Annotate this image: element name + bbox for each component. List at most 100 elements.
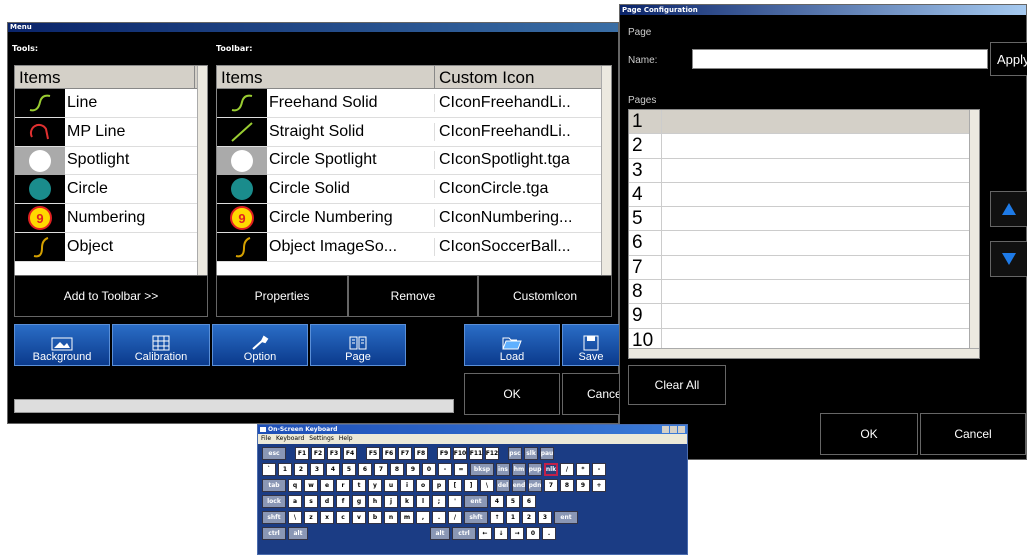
move-down-button[interactable] — [990, 241, 1027, 277]
key[interactable]: ent — [464, 495, 488, 508]
key[interactable]: b — [368, 511, 382, 524]
key[interactable]: \ — [288, 511, 302, 524]
pages-hscroll[interactable] — [629, 348, 979, 358]
page-row[interactable]: 8 — [629, 280, 979, 305]
page-row[interactable]: 4 — [629, 182, 979, 208]
page-row[interactable]: 7 — [629, 255, 979, 281]
key[interactable]: = — [454, 463, 468, 476]
key[interactable]: 5 — [506, 495, 520, 508]
key[interactable]: v — [352, 511, 366, 524]
key[interactable]: F9 — [437, 447, 451, 460]
key[interactable]: * — [576, 463, 590, 476]
key[interactable]: ins — [496, 463, 510, 476]
key[interactable]: tab — [262, 479, 286, 492]
custom-icon-button[interactable]: CustomIcon — [478, 275, 612, 317]
load-button[interactable]: Load — [464, 324, 560, 366]
key[interactable]: 3 — [538, 511, 552, 524]
key[interactable]: hm — [512, 463, 526, 476]
add-to-toolbar-button[interactable]: Add to Toolbar >> — [14, 275, 208, 317]
page-button[interactable]: Page — [310, 324, 406, 366]
minimize-icon[interactable] — [662, 426, 669, 433]
key[interactable]: u — [384, 479, 398, 492]
key[interactable]: m — [400, 511, 414, 524]
key[interactable]: ] — [464, 479, 478, 492]
key[interactable]: . — [432, 511, 446, 524]
key[interactable]: F8 — [414, 447, 428, 460]
key[interactable]: F10 — [453, 447, 467, 460]
key[interactable]: h — [368, 495, 382, 508]
key[interactable]: n — [384, 511, 398, 524]
toolbar-items-header[interactable]: Items — [217, 66, 435, 88]
key[interactable]: ↑ — [490, 511, 504, 524]
clear-all-button[interactable]: Clear All — [628, 365, 726, 405]
key[interactable]: r — [336, 479, 350, 492]
key[interactable]: 5 — [342, 463, 356, 476]
toolbar-row[interactable]: Object ImageSo... CIconSoccerBall... — [217, 232, 611, 262]
key[interactable]: 2 — [522, 511, 536, 524]
menu-help[interactable]: Help — [339, 434, 353, 444]
maximize-icon[interactable] — [670, 426, 677, 433]
key[interactable]: d — [320, 495, 334, 508]
key[interactable]: bksp — [470, 463, 494, 476]
key[interactable]: F1 — [295, 447, 309, 460]
option-button[interactable]: Option — [212, 324, 308, 366]
menu-cancel-button[interactable]: Cancel — [562, 373, 624, 415]
tools-row[interactable]: Object — [15, 232, 207, 262]
key[interactable]: [ — [448, 479, 462, 492]
tools-row[interactable]: MP Line — [15, 117, 207, 147]
pages-vscroll[interactable] — [969, 110, 979, 348]
key[interactable]: shft — [464, 511, 488, 524]
page-row[interactable]: 3 — [629, 158, 979, 183]
key[interactable]: → — [510, 527, 524, 540]
key[interactable]: alt — [288, 527, 308, 540]
menu-ok-button[interactable]: OK — [464, 373, 560, 415]
remove-button[interactable]: Remove — [348, 275, 478, 317]
key[interactable]: ' — [448, 495, 462, 508]
key[interactable]: z — [304, 511, 318, 524]
key[interactable]: 0 — [422, 463, 436, 476]
toolbar-row[interactable]: Straight Solid CIconFreehandLi.. — [217, 117, 611, 147]
toolbar-row[interactable]: Circle Solid CIconCircle.tga — [217, 175, 611, 205]
tools-row[interactable]: Spotlight — [15, 146, 207, 176]
key[interactable]: 9 — [406, 463, 420, 476]
key[interactable]: q — [288, 479, 302, 492]
key[interactable]: / — [448, 511, 462, 524]
menu-settings[interactable]: Settings — [309, 434, 334, 444]
key[interactable]: a — [288, 495, 302, 508]
key[interactable]: F4 — [343, 447, 357, 460]
key[interactable]: y — [368, 479, 382, 492]
move-up-button[interactable] — [990, 191, 1027, 227]
background-button[interactable]: Background — [14, 324, 110, 366]
key[interactable]: F5 — [366, 447, 380, 460]
key[interactable]: ` — [262, 463, 276, 476]
key[interactable]: t — [352, 479, 366, 492]
key[interactable]: 8 — [390, 463, 404, 476]
key[interactable]: j — [384, 495, 398, 508]
key[interactable]: pau — [540, 447, 554, 460]
page-row[interactable]: 6 — [629, 231, 979, 256]
key[interactable]: c — [336, 511, 350, 524]
key[interactable]: lock — [262, 495, 286, 508]
key[interactable]: F6 — [382, 447, 396, 460]
key[interactable]: F12 — [485, 447, 499, 460]
page-row[interactable]: 2 — [629, 134, 979, 159]
key[interactable]: \ — [480, 479, 494, 492]
toolbar-vscroll[interactable] — [601, 66, 611, 286]
key[interactable]: - — [438, 463, 452, 476]
tools-row[interactable]: Circle — [15, 175, 207, 205]
key[interactable]: ent — [554, 511, 578, 524]
properties-button[interactable]: Properties — [216, 275, 348, 317]
key[interactable]: 6 — [358, 463, 372, 476]
key[interactable]: 7 — [374, 463, 388, 476]
key[interactable]: - — [592, 463, 606, 476]
key[interactable]: ; — [432, 495, 446, 508]
key[interactable]: o — [416, 479, 430, 492]
key[interactable]: F3 — [327, 447, 341, 460]
apply-button[interactable]: Apply — [990, 42, 1027, 76]
key[interactable]: esc — [262, 447, 286, 460]
tools-row[interactable]: 9 Numbering — [15, 204, 207, 233]
toolbar-row[interactable]: Freehand Solid CIconFreehandLi.. — [217, 88, 611, 118]
toolbar-list[interactable]: Items Custom Icon Freehand Solid CIconFre… — [216, 65, 612, 297]
key[interactable]: / — [560, 463, 574, 476]
key[interactable]: w — [304, 479, 318, 492]
